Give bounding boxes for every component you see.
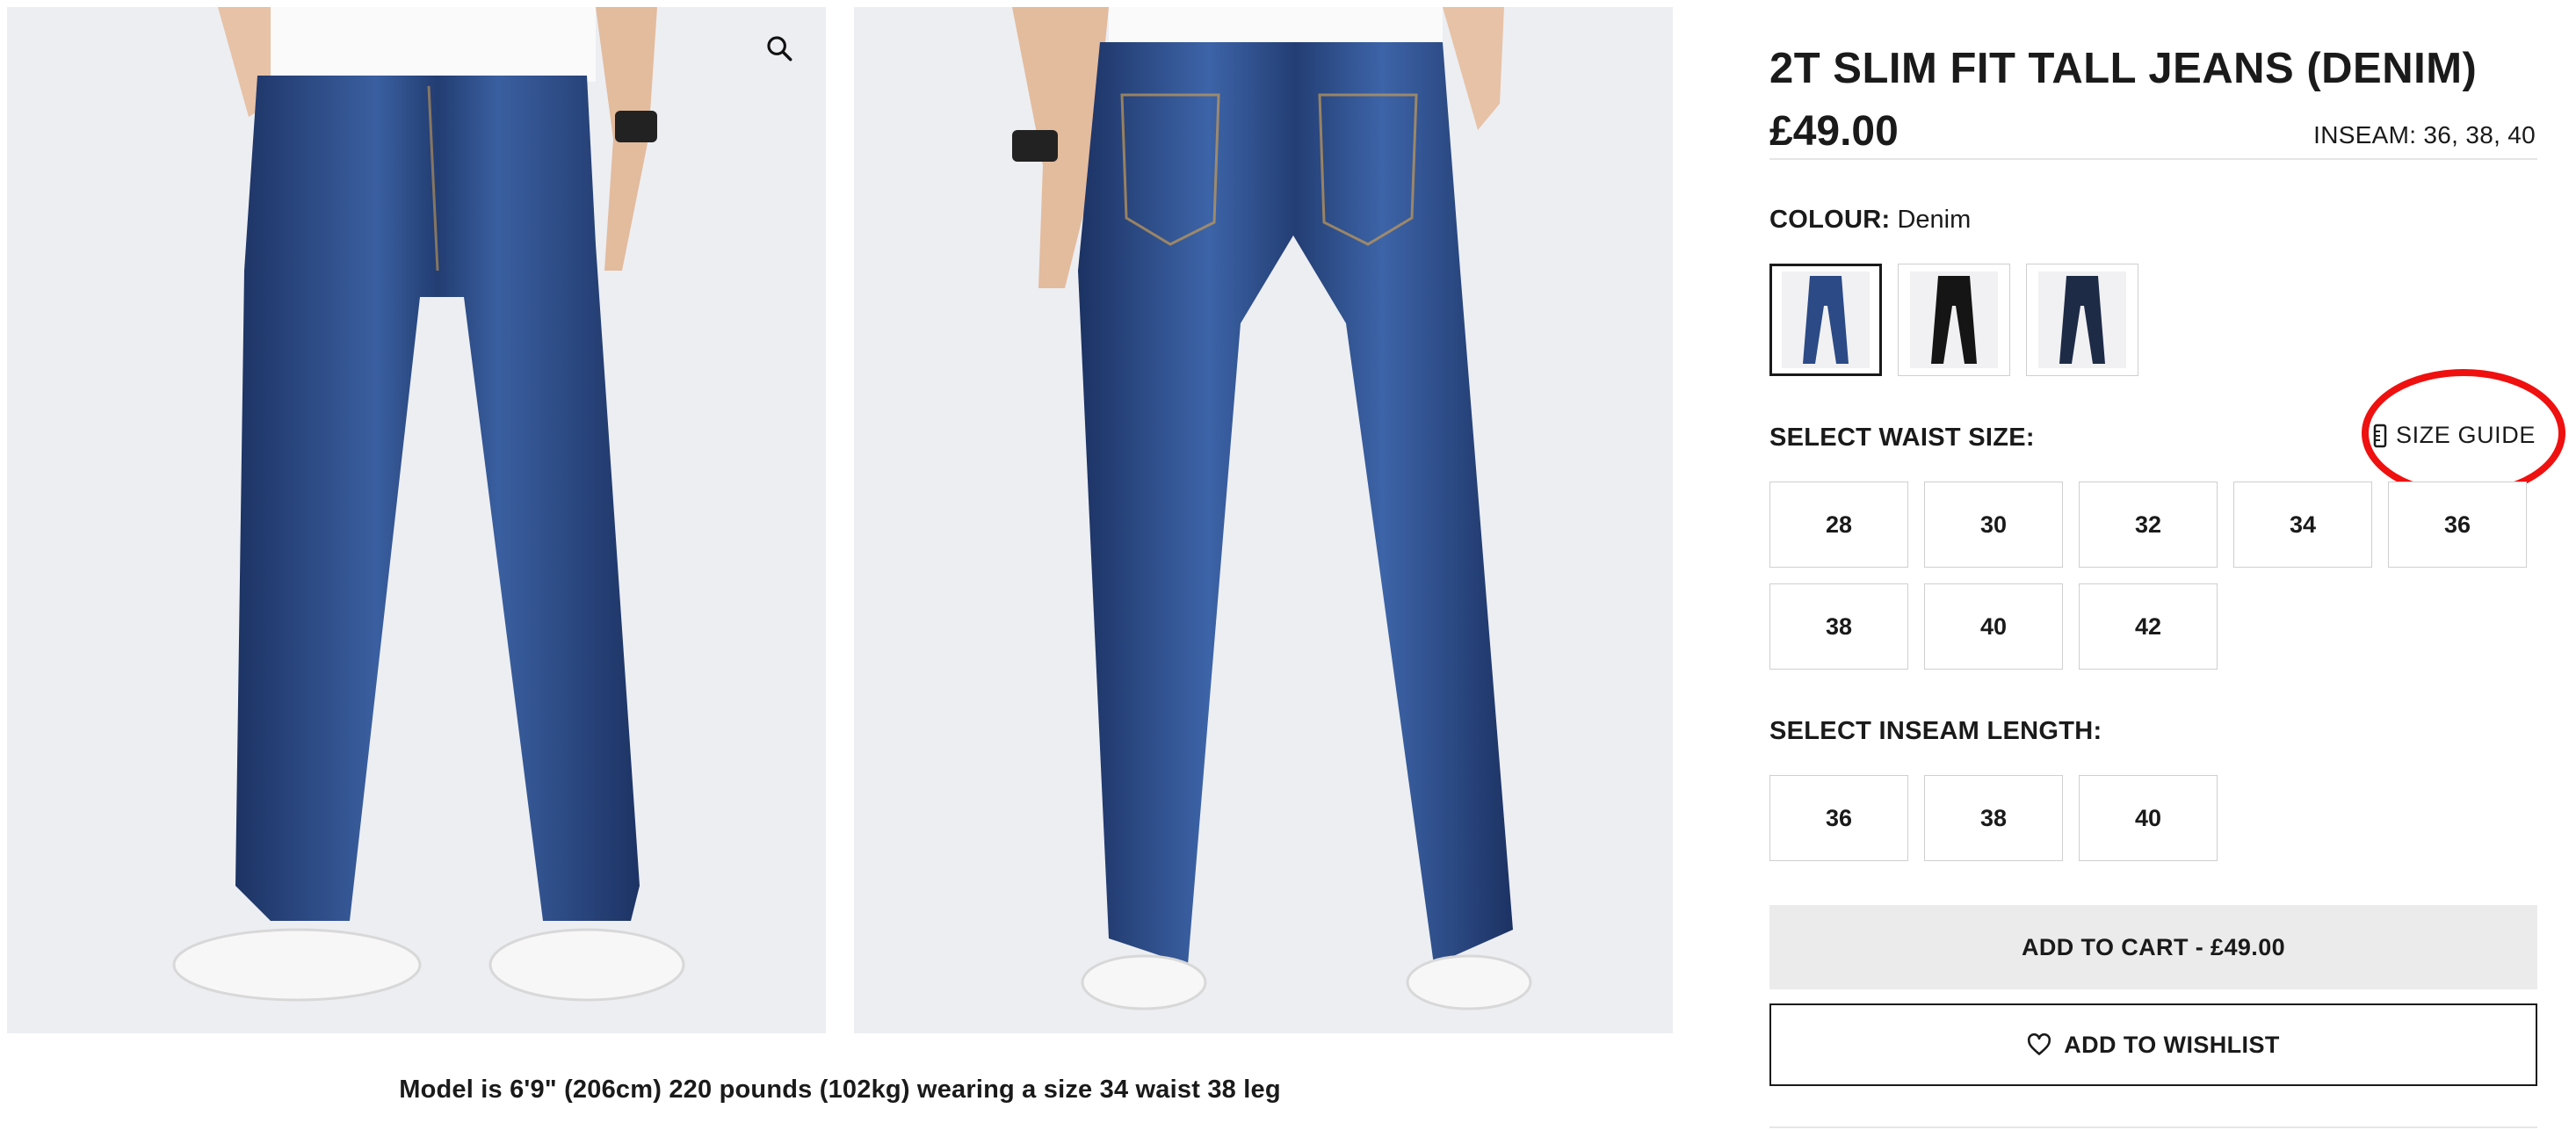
waist-size-label: SELECT WAIST SIZE: bbox=[1769, 424, 2035, 452]
front-jeans-illustration bbox=[172, 7, 685, 1002]
inseam-summary: INSEAM: 36, 38, 40 bbox=[2313, 121, 2536, 148]
search-icon bbox=[767, 36, 792, 62]
divider bbox=[1769, 1126, 2537, 1128]
swatch-thumbnail bbox=[1910, 272, 1998, 368]
ruler-icon bbox=[2373, 424, 2387, 447]
swatch-denim[interactable] bbox=[1769, 264, 1882, 376]
colour-row: COLOUR: Denim bbox=[1769, 206, 1971, 235]
inseam-length-option[interactable]: 36 bbox=[1769, 775, 1908, 861]
colour-swatches bbox=[1769, 264, 2138, 376]
swatch-dark-navy[interactable] bbox=[2026, 264, 2138, 376]
swatch-thumbnail bbox=[2038, 272, 2126, 368]
divider bbox=[1769, 158, 2537, 160]
jeans-thumbnail-icon bbox=[1803, 276, 1849, 364]
waist-size-option[interactable]: 36 bbox=[2388, 482, 2527, 568]
inseam-length-label: SELECT INSEAM LENGTH: bbox=[1769, 717, 2102, 745]
product-image-front[interactable] bbox=[7, 7, 826, 1033]
product-image-back[interactable] bbox=[854, 7, 1673, 1033]
size-guide-label: SIZE GUIDE bbox=[2395, 422, 2536, 448]
waist-size-grid: 28 30 32 34 36 38 40 42 bbox=[1769, 482, 2527, 670]
waist-size-option[interactable]: 40 bbox=[1924, 583, 2063, 670]
swatch-thumbnail bbox=[1782, 272, 1870, 368]
add-to-cart-button[interactable]: ADD TO CART - £49.00 bbox=[1769, 905, 2537, 989]
product-title: 2T SLIM FIT TALL JEANS (DENIM) bbox=[1769, 45, 2478, 92]
back-jeans-illustration bbox=[1012, 7, 1532, 1010]
size-guide-link[interactable]: SIZE GUIDE bbox=[2373, 422, 2536, 449]
inseam-length-grid: 36 38 40 bbox=[1769, 775, 2527, 861]
waist-size-option[interactable]: 28 bbox=[1769, 482, 1908, 568]
waist-size-option[interactable]: 42 bbox=[2079, 583, 2218, 670]
waist-size-option[interactable]: 32 bbox=[2079, 482, 2218, 568]
jeans-thumbnail-icon bbox=[2059, 276, 2105, 364]
product-details-panel: 2T SLIM FIT TALL JEANS (DENIM) £49.00 IN… bbox=[1769, 0, 2565, 1130]
colour-selected-value: Denim bbox=[1897, 206, 1972, 234]
inseam-length-option[interactable]: 38 bbox=[1924, 775, 2063, 861]
waist-size-option[interactable]: 34 bbox=[2233, 482, 2372, 568]
zoom-button[interactable] bbox=[764, 33, 803, 72]
heart-icon bbox=[2028, 1033, 2051, 1055]
inseam-length-option[interactable]: 40 bbox=[2079, 775, 2218, 861]
model-caption: Model is 6'9" (206cm) 220 pounds (102kg)… bbox=[399, 1076, 1281, 1104]
product-price: £49.00 bbox=[1769, 108, 1899, 155]
jeans-thumbnail-icon bbox=[1931, 276, 1977, 364]
colour-label: COLOUR: bbox=[1769, 206, 1891, 234]
waist-size-option[interactable]: 38 bbox=[1769, 583, 1908, 670]
wishlist-label: ADD TO WISHLIST bbox=[2064, 1031, 2280, 1058]
swatch-black[interactable] bbox=[1898, 264, 2010, 376]
add-to-wishlist-button[interactable]: ADD TO WISHLIST bbox=[1769, 1003, 2537, 1086]
waist-size-option[interactable]: 30 bbox=[1924, 482, 2063, 568]
